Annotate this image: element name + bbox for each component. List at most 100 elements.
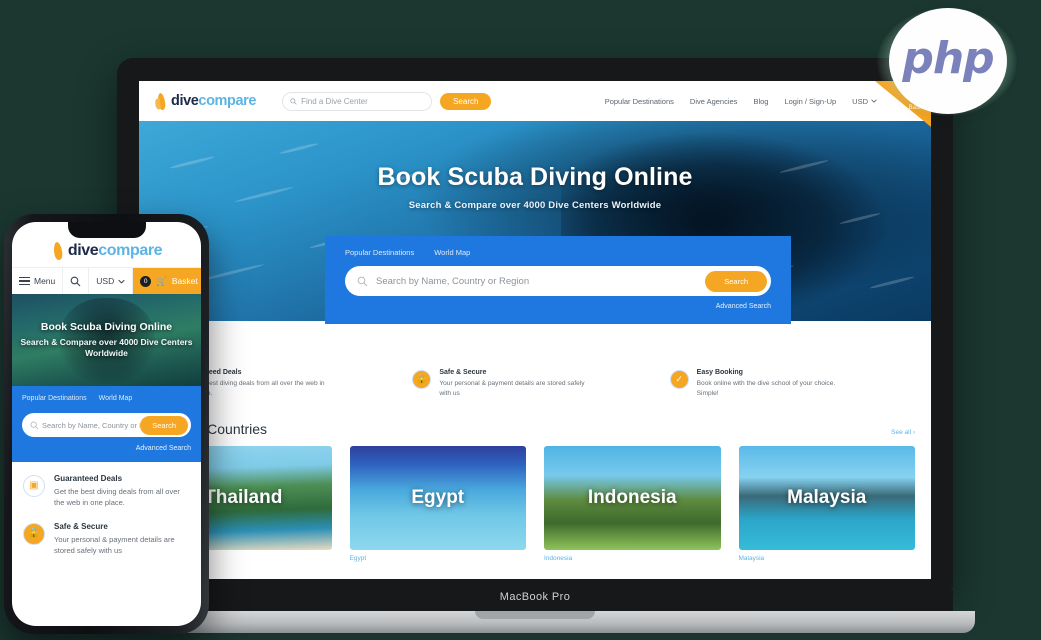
mobile-hero-banner: Book Scuba Diving Online Search & Compar… bbox=[12, 294, 201, 386]
tab-world-map[interactable]: World Map bbox=[99, 395, 133, 402]
feature-title: Guaranteed Deals bbox=[54, 474, 123, 483]
popular-countries-section: Popular Countries See all › Thailand Tha… bbox=[139, 399, 931, 579]
navbar-search-button[interactable]: Search bbox=[440, 92, 492, 110]
mobile-search-button[interactable]: Search bbox=[140, 415, 188, 435]
logo-text-compare: compare bbox=[198, 93, 257, 109]
feature-safe-secure: 🔒 Safe & Secure Your personal & payment … bbox=[23, 522, 190, 557]
feature-safe-secure: 🔒 Safe & Secure Your personal & payment … bbox=[412, 369, 657, 399]
laptop-brand-label: MacBook Pro bbox=[499, 591, 571, 603]
feature-title: Safe & Secure bbox=[439, 369, 487, 376]
hamburger-icon bbox=[19, 276, 30, 286]
mobile-search-bar[interactable]: Search by Name, Country or Reg Search bbox=[22, 413, 191, 437]
currency-value: USD bbox=[852, 96, 868, 106]
diver-flame-icon bbox=[51, 241, 65, 261]
country-image: Malaysia bbox=[738, 446, 915, 551]
search-icon bbox=[357, 276, 368, 286]
chevron-down-icon bbox=[118, 279, 125, 284]
lock-icon: 🔒 bbox=[412, 370, 432, 389]
mobile-search-placeholder: Search by Name, Country or Reg bbox=[42, 420, 140, 430]
chevron-right-icon: › bbox=[912, 429, 915, 437]
desktop-search-card: Popular Destinations World Map Search by… bbox=[325, 236, 791, 324]
search-icon bbox=[70, 276, 81, 286]
laptop-screen: divecompare Find a Dive Center Search Po… bbox=[139, 81, 931, 579]
country-image: Indonesia bbox=[544, 446, 721, 551]
mobile-menu-label: Menu bbox=[34, 276, 56, 286]
mobile-advanced-search-link[interactable]: Advanced Search bbox=[22, 445, 191, 452]
navbar-search-placeholder: Find a Dive Center bbox=[301, 96, 368, 106]
feature-guaranteed-deals: ▣ Guaranteed Deals Get the best diving d… bbox=[23, 474, 190, 509]
feature-title: Easy Booking bbox=[696, 369, 743, 376]
money-icon: ▣ bbox=[23, 475, 45, 497]
nav-link-login-signup[interactable]: Login / Sign-Up bbox=[784, 97, 836, 106]
nav-link-popular-destinations[interactable]: Popular Destinations bbox=[605, 97, 674, 106]
desktop-navbar: divecompare Find a Dive Center Search Po… bbox=[139, 81, 931, 127]
logo-text-dive: dive bbox=[67, 242, 99, 259]
navbar-search-field[interactable]: Find a Dive Center bbox=[282, 91, 433, 111]
currency-selector[interactable]: USD bbox=[852, 97, 877, 106]
mobile-features: ▣ Guaranteed Deals Get the best diving d… bbox=[12, 462, 201, 556]
country-caption[interactable]: Malaysia bbox=[739, 555, 916, 562]
feature-description: Get the best diving deals from all over … bbox=[54, 487, 180, 508]
country-card[interactable]: Egypt Egypt bbox=[349, 446, 527, 562]
hero-title: Book Scuba Diving Online bbox=[377, 163, 693, 191]
country-card[interactable]: Indonesia Indonesia bbox=[544, 446, 721, 562]
php-logo-text: php bbox=[902, 33, 994, 84]
phone-body: divecompare Menu USD 0 🛒 Basket Book Scu… bbox=[4, 214, 209, 634]
php-logo-disc: php bbox=[889, 8, 1007, 114]
country-name-overlay: Thailand bbox=[204, 487, 283, 509]
country-caption[interactable]: Indonesia bbox=[544, 555, 721, 562]
macbook-pro-mockup: divecompare Find a Dive Center Search Po… bbox=[95, 58, 975, 633]
nav-link-dive-agencies[interactable]: Dive Agencies bbox=[690, 97, 738, 106]
main-search-bar[interactable]: Search by Name, Country or Region Search bbox=[345, 266, 771, 296]
see-all-link[interactable]: See all › bbox=[891, 429, 915, 436]
feature-description: Book online with the dive school of your… bbox=[696, 380, 836, 398]
iphone-mockup: divecompare Menu USD 0 🛒 Basket Book Scu… bbox=[4, 214, 209, 634]
logo-wordmark: divecompare bbox=[67, 242, 163, 260]
country-image: Egypt bbox=[349, 446, 526, 551]
country-name-overlay: Malaysia bbox=[787, 487, 867, 509]
country-name-overlay: Indonesia bbox=[587, 487, 677, 509]
hero-subtitle: Search & Compare over 4000 Dive Centers … bbox=[408, 200, 662, 211]
tab-popular-destinations[interactable]: Popular Destinations bbox=[22, 395, 87, 402]
mobile-basket-label: Basket bbox=[171, 276, 198, 286]
see-all-label: See all bbox=[891, 429, 912, 437]
logo-text-dive: dive bbox=[171, 93, 199, 109]
mobile-search-tabs: Popular Destinations World Map bbox=[22, 395, 191, 402]
feature-title: Safe & Secure bbox=[54, 521, 108, 531]
currency-value: USD bbox=[96, 276, 115, 286]
phone-screen: divecompare Menu USD 0 🛒 Basket Book Scu… bbox=[12, 222, 201, 626]
diver-flame-icon bbox=[155, 92, 168, 110]
feature-easy-booking: ✓ Easy Booking Book online with the dive… bbox=[669, 369, 915, 399]
main-search-placeholder: Search by Name, Country or Region bbox=[376, 275, 530, 287]
lock-icon: 🔒 bbox=[23, 522, 45, 545]
countries-grid: Thailand Thailand Egypt Egypt Indonesia bbox=[155, 446, 915, 579]
logo-text-compare: compare bbox=[98, 242, 163, 259]
nav-link-blog[interactable]: Blog bbox=[753, 97, 768, 106]
mobile-menu-button[interactable]: Menu bbox=[12, 268, 64, 294]
feature-description: Your personal & payment details are stor… bbox=[54, 534, 175, 555]
tab-popular-destinations[interactable]: Popular Destinations bbox=[345, 248, 414, 257]
country-name-overlay: Egypt bbox=[411, 487, 465, 509]
desktop-features-row: ▣ Guaranteed Deals Get the best diving d… bbox=[139, 321, 931, 399]
mobile-basket-button[interactable]: 0 🛒 Basket bbox=[133, 268, 201, 294]
laptop-base bbox=[95, 611, 975, 633]
navbar-links: Popular Destinations Dive Agencies Blog … bbox=[605, 97, 917, 106]
logo-wordmark: divecompare bbox=[171, 93, 256, 109]
tab-world-map[interactable]: World Map bbox=[434, 248, 470, 257]
main-search-button[interactable]: Search bbox=[705, 270, 767, 292]
search-icon bbox=[30, 421, 39, 430]
mobile-toolbar: Menu USD 0 🛒 Basket bbox=[12, 267, 201, 294]
basket-icon: 🛒 bbox=[156, 275, 167, 286]
country-card[interactable]: Malaysia Malaysia bbox=[738, 446, 916, 562]
mobile-hero-subtitle: Search & Compare over 4000 Dive Centers … bbox=[20, 336, 193, 358]
mobile-currency-selector[interactable]: USD bbox=[89, 268, 134, 294]
country-caption[interactable]: Egypt bbox=[350, 555, 527, 562]
search-card-tabs: Popular Destinations World Map bbox=[345, 248, 771, 257]
mobile-search-button[interactable] bbox=[63, 268, 90, 294]
advanced-search-link[interactable]: Advanced Search bbox=[345, 303, 771, 310]
checkbox-icon: ✓ bbox=[669, 370, 689, 389]
site-logo[interactable]: divecompare bbox=[155, 92, 256, 110]
navbar-search: Find a Dive Center Search bbox=[282, 91, 492, 111]
feature-description: Your personal & payment details are stor… bbox=[439, 380, 585, 398]
php-technology-badge: php bbox=[877, 8, 1017, 116]
